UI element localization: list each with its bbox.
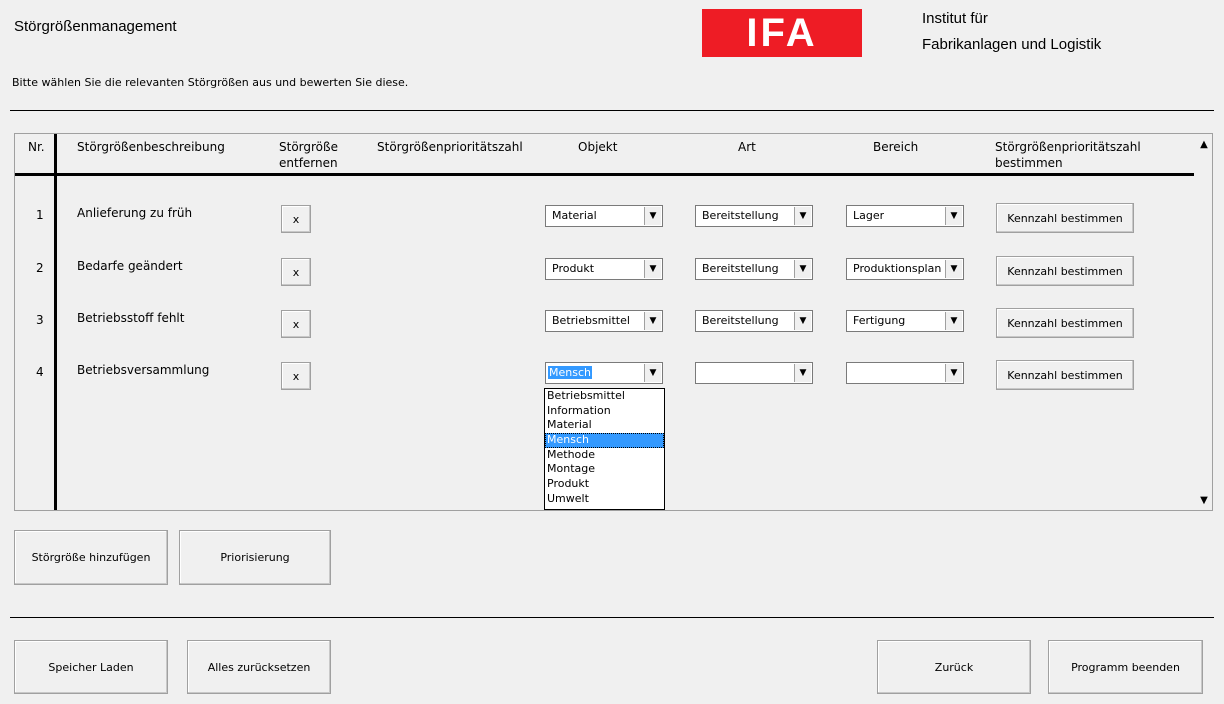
row-1-nr: 1 — [36, 208, 44, 222]
row-3-art-select[interactable]: Bereitstellung ▼ — [695, 310, 813, 332]
row-1-bereich-value: Lager — [853, 209, 885, 222]
header-beschreibung: Störgrößenbeschreibung — [77, 140, 225, 154]
header-bestimmen-line-1: Störgrößenprioritätszahl — [995, 140, 1141, 154]
row-1-objekt-value: Material — [552, 209, 597, 222]
chevron-down-icon[interactable]: ▼ — [945, 364, 962, 382]
row-2-kennzahl-button[interactable]: Kennzahl bestimmen — [996, 256, 1134, 286]
dropdown-option[interactable]: Information — [545, 404, 664, 419]
row-2-bereich-value: Produktionsplan — [853, 262, 942, 275]
row-4-remove-button[interactable]: x — [281, 362, 311, 390]
row-3-art-value: Bereitstellung — [702, 314, 779, 327]
header-prio: Störgrößenprioritätszahl — [377, 140, 523, 154]
row-2-objekt-select[interactable]: Produkt ▼ — [545, 258, 663, 280]
row-1-remove-button[interactable]: x — [281, 205, 311, 233]
divider — [10, 110, 1214, 111]
app-title: Störgrößenmanagement — [14, 18, 177, 35]
row-4-objekt-select[interactable]: Mensch ▼ — [545, 362, 663, 384]
chevron-down-icon[interactable]: ▼ — [644, 207, 661, 225]
prioritize-button[interactable]: Priorisierung — [179, 530, 331, 585]
load-memory-button[interactable]: Speicher Laden — [14, 640, 168, 694]
scroll-down-icon[interactable]: ▼ — [1196, 492, 1212, 508]
row-1-kennzahl-button[interactable]: Kennzahl bestimmen — [996, 203, 1134, 233]
row-3-nr: 3 — [36, 313, 44, 327]
chevron-down-icon[interactable]: ▼ — [794, 207, 811, 225]
header-bestimmen: Störgrößenprioritätszahl bestimmen — [995, 139, 1141, 171]
institute-line-2: Fabrikanlagen und Logistik — [922, 36, 1102, 53]
row-4-bereich-select[interactable]: ▼ — [846, 362, 964, 384]
header-bereich: Bereich — [873, 140, 919, 154]
chevron-down-icon[interactable]: ▼ — [794, 364, 811, 382]
chevron-down-icon[interactable]: ▼ — [644, 260, 661, 278]
ifa-logo: IFA — [702, 9, 862, 57]
objekt-dropdown-list[interactable]: Betriebsmittel Information Material Mens… — [544, 388, 665, 510]
row-4-desc: Betriebsversammlung — [77, 363, 210, 377]
chevron-down-icon[interactable]: ▼ — [644, 364, 661, 382]
chevron-down-icon[interactable]: ▼ — [945, 260, 962, 278]
vertical-scrollbar[interactable]: ▲ ▼ — [1196, 134, 1212, 510]
row-2-desc: Bedarfe geändert — [77, 259, 183, 273]
dropdown-option[interactable]: Produkt — [545, 477, 664, 492]
back-button[interactable]: Zurück — [877, 640, 1031, 694]
row-3-desc: Betriebsstoff fehlt — [77, 311, 185, 325]
chevron-down-icon[interactable]: ▼ — [644, 312, 661, 330]
dropdown-option[interactable]: Material — [545, 418, 664, 433]
header-entfernen-line-1: Störgröße — [279, 140, 338, 154]
header-art: Art — [738, 140, 756, 154]
row-3-objekt-value: Betriebsmittel — [552, 314, 630, 327]
row-4-objekt-value-wrap: Mensch — [548, 366, 592, 379]
header-nr: Nr. — [28, 140, 45, 154]
row-2-bereich-select[interactable]: Produktionsplan ▼ — [846, 258, 964, 280]
header-divider — [15, 173, 1194, 176]
dropdown-option[interactable]: Methode — [545, 448, 664, 463]
add-disturbance-button[interactable]: Störgröße hinzufügen — [14, 530, 168, 585]
row-4-art-select[interactable]: ▼ — [695, 362, 813, 384]
scroll-up-icon[interactable]: ▲ — [1196, 136, 1212, 152]
exit-program-button[interactable]: Programm beenden — [1048, 640, 1203, 694]
row-3-objekt-select[interactable]: Betriebsmittel ▼ — [545, 310, 663, 332]
header-bestimmen-line-2: bestimmen — [995, 156, 1063, 170]
dropdown-option-selected[interactable]: Mensch — [545, 433, 664, 448]
row-4-nr: 4 — [36, 365, 44, 379]
dropdown-option[interactable]: Betriebsmittel — [545, 389, 664, 404]
row-1-objekt-select[interactable]: Material ▼ — [545, 205, 663, 227]
row-2-objekt-value: Produkt — [552, 262, 595, 275]
row-2-art-value: Bereitstellung — [702, 262, 779, 275]
chevron-down-icon[interactable]: ▼ — [794, 260, 811, 278]
header-entfernen-line-2: entfernen — [279, 156, 338, 170]
row-1-desc: Anlieferung zu früh — [77, 206, 193, 220]
row-2-nr: 2 — [36, 261, 44, 275]
row-3-remove-button[interactable]: x — [281, 310, 311, 338]
row-3-bereich-value: Fertigung — [853, 314, 906, 327]
row-4-objekt-value: Mensch — [548, 366, 592, 379]
row-4-kennzahl-button[interactable]: Kennzahl bestimmen — [996, 360, 1134, 390]
header-entfernen: Störgröße entfernen — [279, 139, 338, 171]
instruction-text: Bitte wählen Sie die relevanten Störgröß… — [12, 76, 409, 89]
row-1-art-value: Bereitstellung — [702, 209, 779, 222]
row-3-bereich-select[interactable]: Fertigung ▼ — [846, 310, 964, 332]
dropdown-option[interactable]: Montage — [545, 462, 664, 477]
row-3-kennzahl-button[interactable]: Kennzahl bestimmen — [996, 308, 1134, 338]
chevron-down-icon[interactable]: ▼ — [945, 207, 962, 225]
row-2-remove-button[interactable]: x — [281, 258, 311, 286]
row-2-art-select[interactable]: Bereitstellung ▼ — [695, 258, 813, 280]
row-1-bereich-select[interactable]: Lager ▼ — [846, 205, 964, 227]
chevron-down-icon[interactable]: ▼ — [945, 312, 962, 330]
divider — [10, 617, 1214, 618]
institute-line-1: Institut für — [922, 10, 988, 27]
dropdown-option[interactable]: Umwelt — [545, 492, 664, 507]
column-divider — [54, 134, 57, 510]
row-1-art-select[interactable]: Bereitstellung ▼ — [695, 205, 813, 227]
header-objekt: Objekt — [578, 140, 618, 154]
reset-all-button[interactable]: Alles zurücksetzen — [187, 640, 331, 694]
chevron-down-icon[interactable]: ▼ — [794, 312, 811, 330]
